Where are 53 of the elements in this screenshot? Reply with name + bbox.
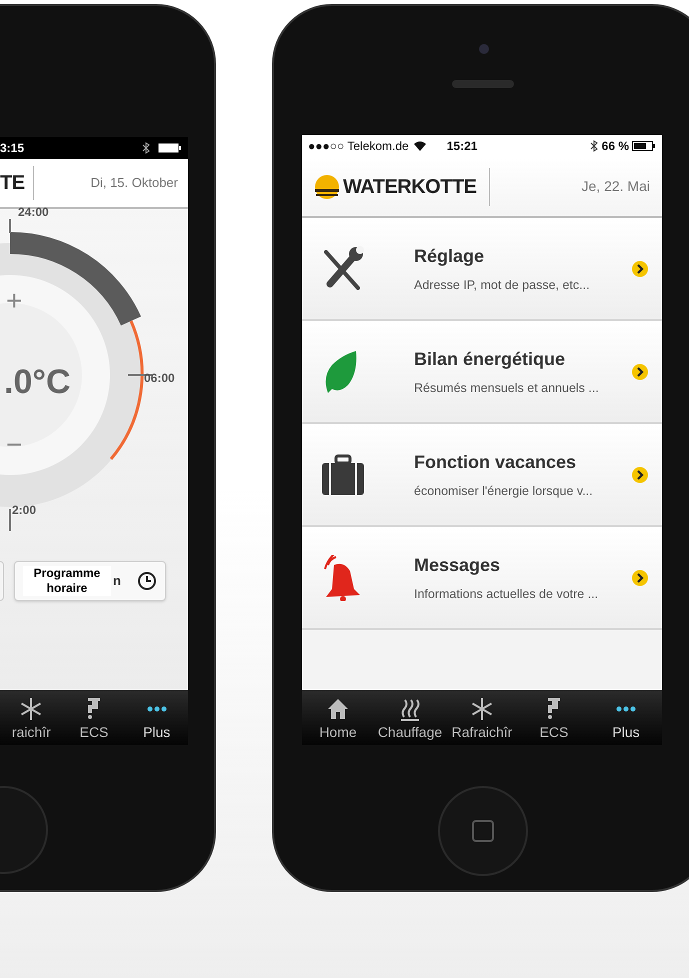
menu-title: Messages — [414, 554, 502, 577]
chevron-right-icon — [632, 364, 648, 380]
clock-time: 15:21 — [446, 138, 478, 155]
heat-waves-icon — [398, 696, 422, 720]
menu-row[interactable]: Bilan énergétique Résumés mensuels et annuels ... — [302, 321, 662, 424]
brand-logo-text: TE — [0, 171, 25, 196]
temperature-value: .0°C — [4, 362, 71, 403]
menu-row[interactable]: Fonction vacances économiser l'énergie lorsque v... — [302, 424, 662, 527]
battery-percent: 66 % — [602, 138, 629, 155]
tab[interactable]: Rafraichîr — [446, 690, 518, 745]
time-label: 2:00 — [12, 502, 36, 519]
battery-icon — [158, 142, 182, 154]
tab[interactable]: Plus — [590, 690, 662, 745]
header-date: Je, 22. Mai — [582, 177, 650, 196]
header-date: Di, 15. Oktober — [90, 174, 178, 192]
tab[interactable]: Plus — [125, 690, 188, 745]
speaker-grille — [452, 80, 514, 88]
menu-row[interactable]: Messages Informations actuelles de votre ... — [302, 527, 662, 630]
menu-row[interactable]: Réglage Adresse IP, mot de passe, etc... — [302, 218, 662, 321]
snowflake-icon — [19, 696, 44, 720]
battery-icon — [632, 140, 656, 152]
carrier-signal: ●●●○○ Telekom.de — [308, 138, 409, 155]
menu-title: Bilan énergétique — [414, 348, 566, 371]
tab[interactable]: raichîr — [0, 690, 63, 745]
menu-subtitle: Informations actuelles de votre ... — [414, 586, 598, 603]
wifi-icon — [412, 140, 427, 152]
clock-icon — [137, 571, 157, 591]
brand-logo-text: WATERKOTTE — [343, 174, 477, 200]
tab[interactable]: ECS — [62, 690, 126, 745]
snowflake-icon — [470, 696, 494, 720]
more-dots-icon — [146, 706, 167, 712]
chevron-right-icon — [632, 260, 648, 276]
menu-title: Fonction vacances — [414, 450, 578, 474]
menu-subtitle: Adresse IP, mot de passe, etc... — [414, 276, 590, 294]
clock-time: 3:15 — [0, 140, 24, 157]
tab[interactable]: Chauffage — [374, 690, 446, 745]
menu-subtitle: économiser l'énergie lorsque v... — [414, 482, 593, 500]
schedule-button[interactable]: Programme horaire n — [14, 561, 166, 601]
more-dots-icon — [616, 706, 636, 712]
home-icon — [326, 696, 350, 720]
suitcase-icon — [320, 452, 366, 498]
tab[interactable]: Home — [302, 690, 374, 745]
time-label: 24:00 — [18, 204, 49, 221]
logo-sphere-icon — [314, 174, 340, 200]
chevron-right-icon — [632, 570, 648, 586]
bluetooth-icon — [142, 142, 150, 154]
menu-title: Réglage — [414, 244, 486, 268]
time-label: 06:00 — [144, 370, 175, 387]
tab[interactable]: ECS — [518, 690, 590, 745]
chevron-right-icon — [632, 466, 648, 482]
menu-subtitle: Résumés mensuels et annuels ... — [414, 380, 599, 397]
bluetooth-icon — [590, 140, 598, 152]
home-square-icon — [472, 820, 494, 842]
